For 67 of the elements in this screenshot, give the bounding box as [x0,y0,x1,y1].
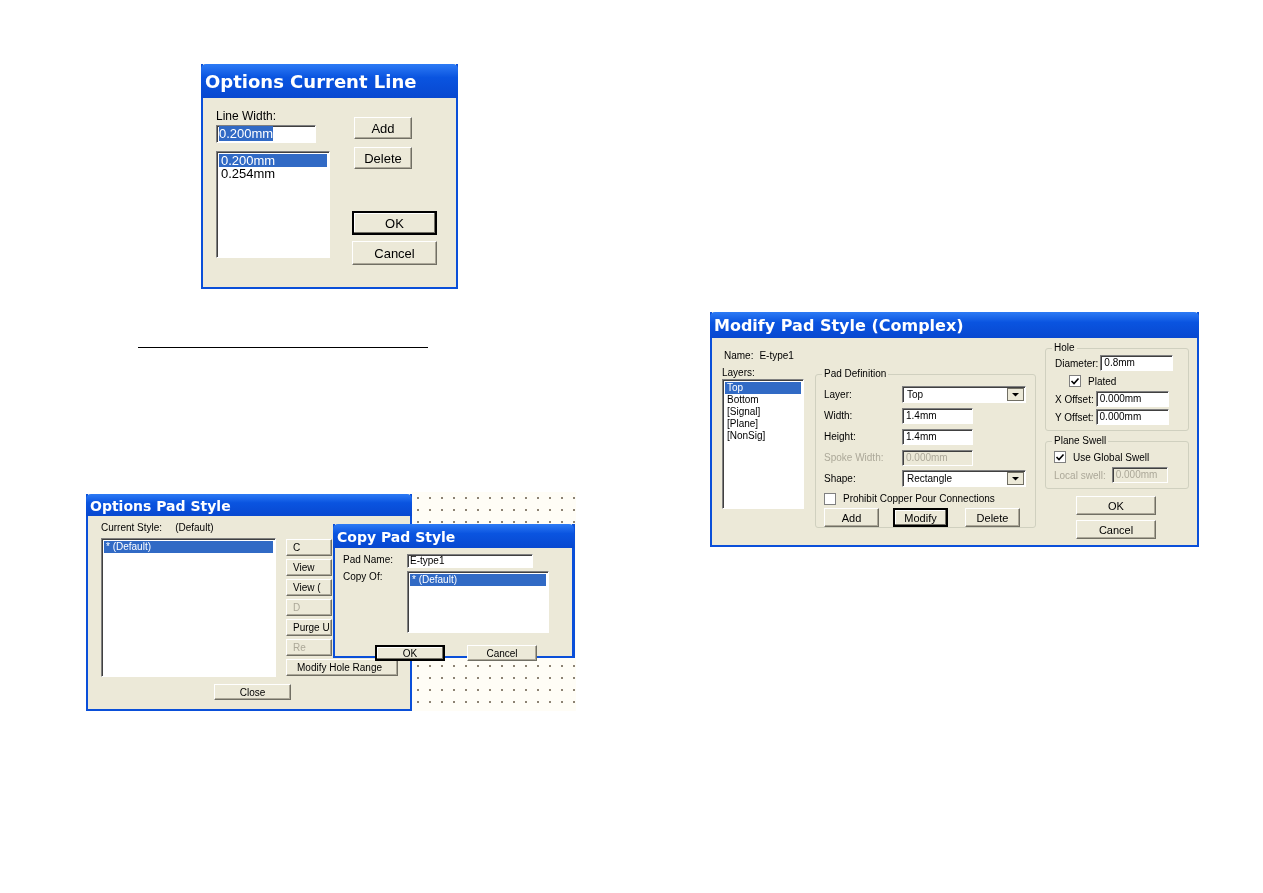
checkbox[interactable] [824,492,836,505]
list-item[interactable]: [NonSig] [725,430,801,442]
layers-label: Layers: [722,367,756,379]
line-width-label: Line Width: [216,109,278,123]
list-item[interactable]: [Signal] [725,406,801,418]
checkbox-label: Use Global Swell [1073,451,1150,463]
input-field[interactable]: 0.000mm [1095,391,1169,407]
checkbox-label: Prohibit Copper Pour Connections [843,493,995,504]
dialog-button[interactable]: Cancel [352,241,437,265]
dialog-button[interactable]: OK [375,645,445,661]
field-label: X Offset: [1055,393,1094,405]
field-label: Diameter: [1055,357,1099,369]
dialog-button[interactable]: OK [1076,496,1156,515]
dialog-button[interactable]: Purge U [286,619,332,636]
group-title: Pad Definition [822,368,889,380]
window-title: Modify Pad Style (Complex) [710,312,1199,338]
checkbox[interactable] [1069,375,1081,387]
list-item[interactable]: * (Default) [410,574,546,586]
close-button[interactable]: Close [214,684,291,700]
dialog-button[interactable]: Modify Hole Range [286,659,398,676]
field-label: Width: [824,410,854,421]
pad-name-field[interactable]: E-type1 [407,554,533,568]
list-item[interactable]: Top [725,382,801,394]
dialog-button[interactable]: View [286,559,332,576]
caret-icon [1007,472,1024,485]
dialog-button[interactable]: Cancel [1076,520,1156,539]
group-title: Hole [1052,342,1077,354]
input-field[interactable]: 1.4mm [902,407,973,424]
list-item[interactable]: 0.200mm [219,154,327,167]
dialog-button[interactable]: Modify [893,508,948,527]
field-label: Shape: [824,473,857,484]
list-item[interactable]: 0.254mm [219,167,327,180]
dialog-button[interactable]: Add [354,117,412,139]
window-title: Copy Pad Style [333,524,574,548]
field-label: Layer: [824,389,853,400]
dialog-button[interactable]: Add [824,508,879,527]
input-field[interactable]: 0.8mm [1100,355,1174,371]
input-field[interactable]: 0.000mm [1095,409,1169,425]
current-style-label: Current Style: [101,521,163,534]
dialog-button[interactable]: Cancel [467,645,537,661]
caret-icon [1007,388,1024,401]
dialog-button[interactable]: View ( [286,579,332,596]
copy-of-label: Copy Of: [343,571,384,584]
dialog-button[interactable]: Delete [354,147,412,169]
line-width-field[interactable]: 0.200mm [216,125,316,143]
current-style-value: (Default) [175,521,214,534]
dropdown[interactable]: Rectangle [902,470,1026,487]
list-item[interactable]: Bottom [725,394,801,406]
field-label: Y Offset: [1055,411,1094,423]
window-title: Options Pad Style [86,494,412,516]
pad-name-label: Pad Name: [343,554,395,567]
list-item[interactable]: * (Default) [104,541,273,553]
name-label: Name: [724,350,754,361]
list-item[interactable]: [Plane] [725,418,801,430]
checkbox-label: Plated [1088,375,1117,387]
group-title: Plane Swell [1052,435,1109,447]
checkbox[interactable] [1054,451,1066,463]
dialog-button[interactable]: OK [352,211,437,235]
field-label: Local swell: [1054,469,1106,481]
dropdown[interactable]: Top [902,386,1026,403]
input-field[interactable]: 1.4mm [902,428,973,445]
dialog-button[interactable]: C [286,539,332,556]
name-value: E-type1 [759,350,794,361]
field-label: Height: [824,431,857,442]
field-label: Spoke Width: [824,452,885,463]
window-title: Options Current Line [201,64,458,98]
dialog-button[interactable]: Delete [965,508,1020,527]
